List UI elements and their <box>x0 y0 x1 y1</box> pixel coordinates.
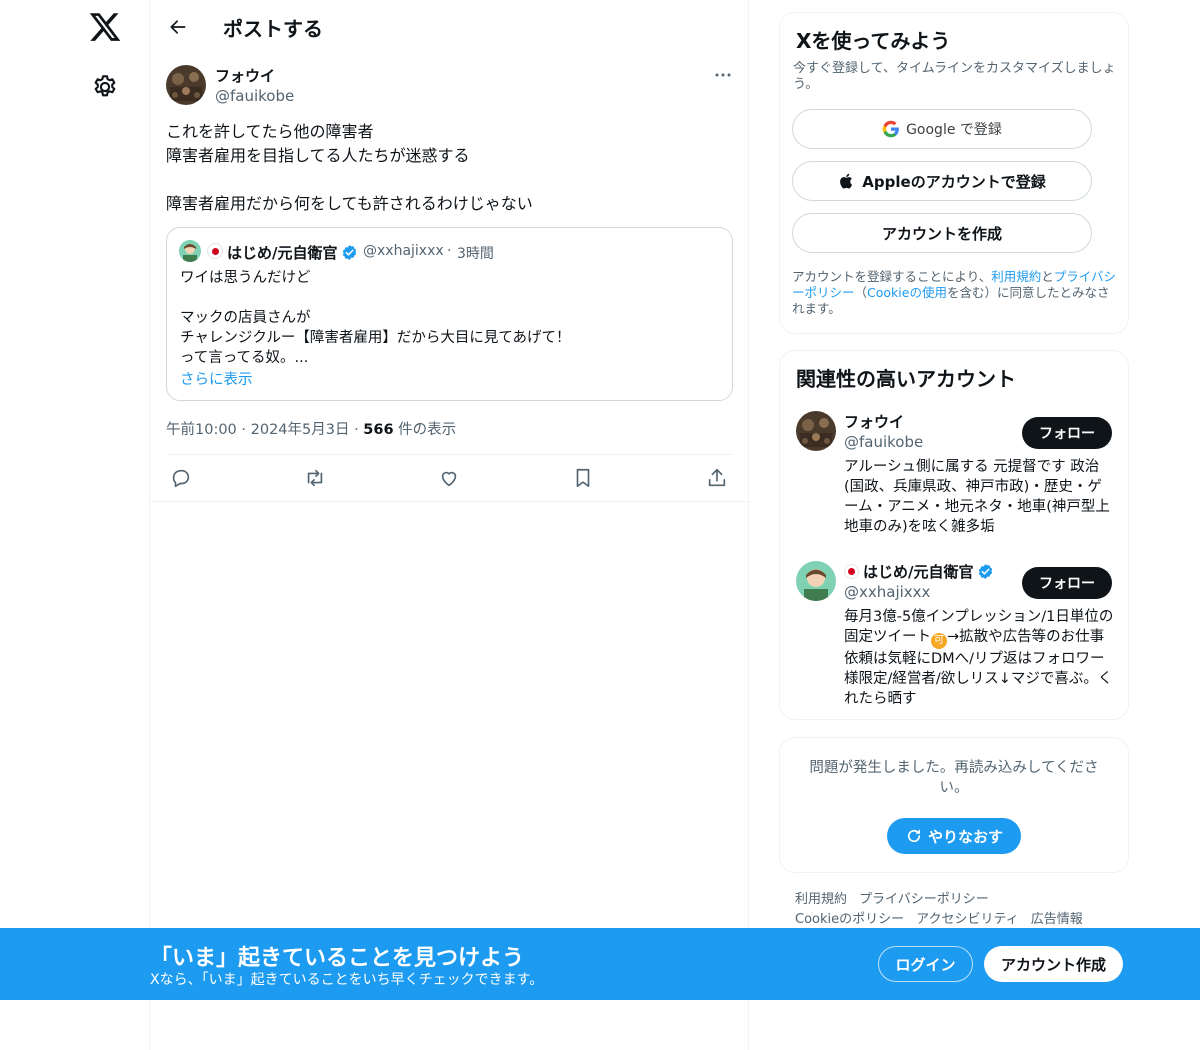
page-title: ポストする <box>223 17 323 41</box>
reply-icon[interactable] <box>167 464 195 492</box>
quote-text: ワイは思うんだけど マックの店員さんが チャレンジクルー【障害者雇用】だから大目… <box>180 270 571 366</box>
related-accounts-card: 関連性の高いアカウント フォウイ @fauikobe フォロー アルーシュ側に属… <box>779 350 1129 720</box>
account-avatar[interactable] <box>796 561 836 601</box>
signup-legal-text: アカウントを登録することにより、利用規約とプライバシーポリシー（Cookieの使… <box>792 269 1118 317</box>
japan-flag-icon <box>207 243 223 259</box>
footer-links: 利用規約 プライバシーポリシー Cookieのポリシー アクセシビリティ 広告情報 <box>795 890 1125 930</box>
cookie-link[interactable]: Cookieの使用 <box>867 285 947 300</box>
banner-subtitle: Xなら、「いま」起きていることをいち早くチェックできます。 <box>150 972 544 988</box>
quoted-post[interactable]: はじめ/元自衛官 @xxhajixxx · 3時間 ワイは思うんだけど マックの… <box>166 227 733 401</box>
quote-separator: · <box>447 243 452 259</box>
post-text: これを許してたら他の障害者 障害者雇用を目指してる人たちが迷惑する 障害者雇用だ… <box>166 122 533 213</box>
post-timestamp[interactable]: 午前10:00 · 2024年5月3日 · <box>166 422 363 438</box>
signup-card: Xを使ってみよう 今すぐ登録して、タイムラインをカスタマイズしましょう。 Goo… <box>779 12 1129 334</box>
post-actions <box>150 464 750 492</box>
refresh-icon <box>905 827 923 845</box>
back-arrow-icon[interactable] <box>164 13 192 41</box>
follow-button[interactable]: フォロー <box>1022 567 1112 599</box>
account-bio: 毎月3億-5億インプレッション/1日単位の固定ツイート可 →拡散や広告等のお仕事依… <box>844 607 1114 709</box>
apple-signup-label: Appleのアカウントで登録 <box>862 172 1046 191</box>
account-name-text: フォウイ <box>844 413 905 431</box>
quote-author-avatar <box>179 240 201 262</box>
apple-icon <box>838 172 856 190</box>
footer-link-terms[interactable]: 利用規約 <box>795 892 847 907</box>
login-banner: 「いま」起きていることを見つけよう Xなら、「いま」起きていることをいち早くチェ… <box>0 928 1200 1000</box>
divider <box>150 501 750 502</box>
banner-title: 「いま」起きていることを見つけよう <box>150 946 525 971</box>
left-nav <box>0 0 150 1050</box>
error-card: 問題が発生しました。再読み込みしてください。 やりなおす <box>779 737 1129 873</box>
author-avatar[interactable] <box>166 65 206 105</box>
retry-label: やりなおす <box>927 827 1003 846</box>
google-signup-label: Google で登録 <box>906 122 1002 138</box>
verified-badge-icon <box>977 563 994 580</box>
share-icon[interactable] <box>703 464 731 492</box>
google-icon <box>882 120 900 138</box>
related-title: 関連性の高いアカウント <box>796 367 1016 391</box>
author-handle[interactable]: @fauikobe <box>215 87 294 105</box>
views-label: 件の表示 <box>393 422 457 438</box>
legal-text: アカウントを登録することにより、 <box>792 269 992 284</box>
error-message: 問題が発生しました。再読み込みしてください。 <box>809 760 1099 796</box>
follow-button[interactable]: フォロー <box>1022 417 1112 449</box>
google-signup-button[interactable]: Google で登録 <box>792 109 1092 149</box>
like-heart-icon[interactable] <box>435 464 463 492</box>
coin-emoji-icon: 可 <box>931 633 947 649</box>
footer-link-privacy[interactable]: プライバシーポリシー <box>859 892 989 907</box>
quote-author-name: はじめ/元自衛官 <box>227 244 338 262</box>
post-metadata: 午前10:00 · 2024年5月3日 · 566 件の表示 <box>166 418 456 439</box>
quote-author-handle: @xxhajixxx <box>363 243 444 259</box>
bookmark-icon[interactable] <box>569 464 597 492</box>
signup-subtitle: 今すぐ登録して、タイムラインをカスタマイズしましょう。 <box>793 61 1116 92</box>
legal-text: と <box>1041 269 1054 284</box>
login-button[interactable]: ログイン <box>878 946 973 982</box>
account-name[interactable]: フォウイ <box>844 411 904 432</box>
author-name[interactable]: フォウイ <box>215 65 275 86</box>
terms-link[interactable]: 利用規約 <box>991 269 1041 284</box>
account-name[interactable]: はじめ/元自衛官 <box>844 561 994 582</box>
main-column: ポストする フォウイ @fauikobe これを許してたら他の障害者 障害者雇用… <box>149 0 750 1050</box>
footer-link-accessibility[interactable]: アクセシビリティ <box>916 912 1019 927</box>
legal-text: （ <box>854 285 868 300</box>
account-handle: @xxhajixxx <box>844 583 931 601</box>
quote-timestamp: 3時間 <box>457 246 494 262</box>
repost-icon[interactable] <box>301 464 329 492</box>
japan-flag-icon <box>844 564 859 579</box>
show-more-link[interactable]: さらに表示 <box>180 368 253 389</box>
apple-signup-button[interactable]: Appleのアカウントで登録 <box>792 161 1092 201</box>
views-count: 566 <box>363 422 394 438</box>
footer-link-ads[interactable]: 広告情報 <box>1031 912 1083 927</box>
page-header: ポストする <box>150 0 750 54</box>
gear-icon[interactable] <box>91 73 119 101</box>
create-account-button[interactable]: アカウントを作成 <box>792 213 1092 253</box>
signup-button[interactable]: アカウント作成 <box>984 946 1123 982</box>
retry-button[interactable]: やりなおす <box>887 818 1021 854</box>
signup-title: Xを使ってみよう <box>796 29 951 53</box>
x-logo-icon[interactable] <box>88 10 122 44</box>
footer-link-cookie[interactable]: Cookieのポリシー <box>795 912 904 927</box>
account-bio: アルーシュ側に属する 元提督です 政治(国政、兵庫県政、神戸市政)・歴史・ゲーム… <box>844 459 1110 535</box>
more-options-icon[interactable] <box>710 64 736 86</box>
account-name-text: はじめ/元自衛官 <box>863 563 974 581</box>
account-handle: @fauikobe <box>844 433 924 451</box>
divider <box>166 454 733 455</box>
account-avatar[interactable] <box>796 411 836 451</box>
verified-badge-icon <box>341 244 358 261</box>
